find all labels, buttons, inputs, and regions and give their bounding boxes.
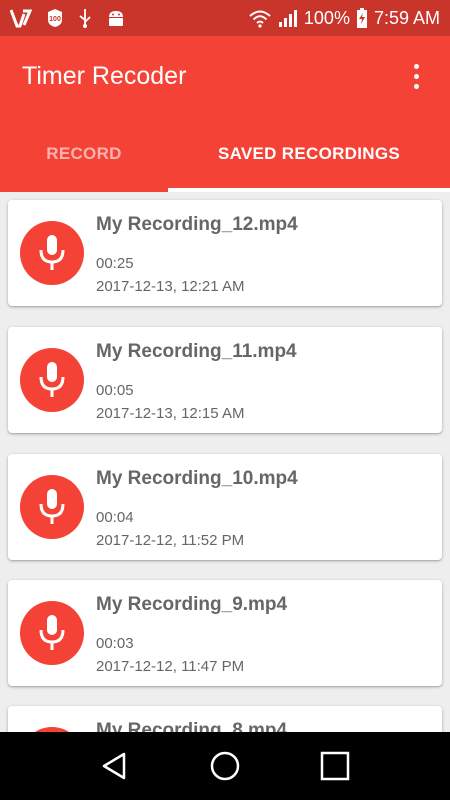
mic-icon <box>20 221 84 285</box>
recording-card[interactable]: My Recording_9.mp4 00:03 2017-12-12, 11:… <box>8 580 442 686</box>
signal-icon <box>278 10 297 27</box>
wifi-icon <box>249 10 271 28</box>
recording-date: 2017-12-12, 11:47 PM <box>96 658 245 675</box>
tab-record[interactable]: RECORD <box>0 116 168 192</box>
recording-card[interactable]: My Recording_8.mp4 <box>8 706 442 732</box>
back-icon[interactable] <box>91 742 139 790</box>
recording-duration: 00:04 <box>96 509 134 526</box>
usb-icon <box>79 9 91 28</box>
recording-card[interactable]: My Recording_11.mp4 00:05 2017-12-13, 12… <box>8 327 442 433</box>
battery-charging-icon <box>356 8 367 28</box>
recording-name: My Recording_12.mp4 <box>96 214 298 235</box>
recording-name: My Recording_10.mp4 <box>96 468 298 489</box>
recording-name: My Recording_11.mp4 <box>96 341 297 362</box>
recording-date: 2017-12-13, 12:21 AM <box>96 278 245 295</box>
tab-record-label: RECORD <box>46 144 122 163</box>
more-vert-icon[interactable] <box>404 56 428 96</box>
tab-bar: RECORD SAVED RECORDINGS <box>0 116 450 192</box>
app-bar: Timer Recoder <box>0 36 450 116</box>
recording-duration: 00:25 <box>96 255 134 272</box>
badge-100-icon: 100 <box>48 9 62 27</box>
app-title: Timer Recoder <box>22 61 187 90</box>
status-icons-right: 100% 7:59 AM <box>248 8 440 29</box>
recording-card[interactable]: My Recording_10.mp4 00:04 2017-12-12, 11… <box>8 454 442 560</box>
mic-icon <box>20 348 84 412</box>
svg-text:100: 100 <box>49 16 61 23</box>
status-time: 7:59 AM <box>373 7 440 28</box>
android-icon <box>109 11 123 26</box>
mic-icon <box>20 601 84 665</box>
recording-name: My Recording_9.mp4 <box>96 594 288 615</box>
recording-name: My Recording_8.mp4 <box>96 720 288 732</box>
navigation-bar <box>0 732 450 800</box>
status-icons-left: 100 <box>10 8 126 28</box>
recording-date: 2017-12-12, 11:52 PM <box>96 532 245 549</box>
recording-duration: 00:03 <box>96 635 134 652</box>
recording-card[interactable]: My Recording_12.mp4 00:25 2017-12-13, 12… <box>8 200 442 306</box>
recording-duration: 00:05 <box>96 382 134 399</box>
battery-percent: 100% <box>303 7 350 28</box>
recordings-list[interactable]: My Recording_12.mp4 00:25 2017-12-13, 12… <box>0 192 450 732</box>
tab-saved-recordings-label: SAVED RECORDINGS <box>217 144 401 163</box>
recents-icon[interactable] <box>311 742 359 790</box>
status-bar: 100 100% 7:59 AM <box>0 0 450 36</box>
mic-icon <box>20 475 84 539</box>
v-logo-icon <box>10 9 32 28</box>
tab-saved-recordings[interactable]: SAVED RECORDINGS <box>168 116 450 192</box>
home-icon[interactable] <box>201 742 249 790</box>
recording-date: 2017-12-13, 12:15 AM <box>96 405 245 422</box>
